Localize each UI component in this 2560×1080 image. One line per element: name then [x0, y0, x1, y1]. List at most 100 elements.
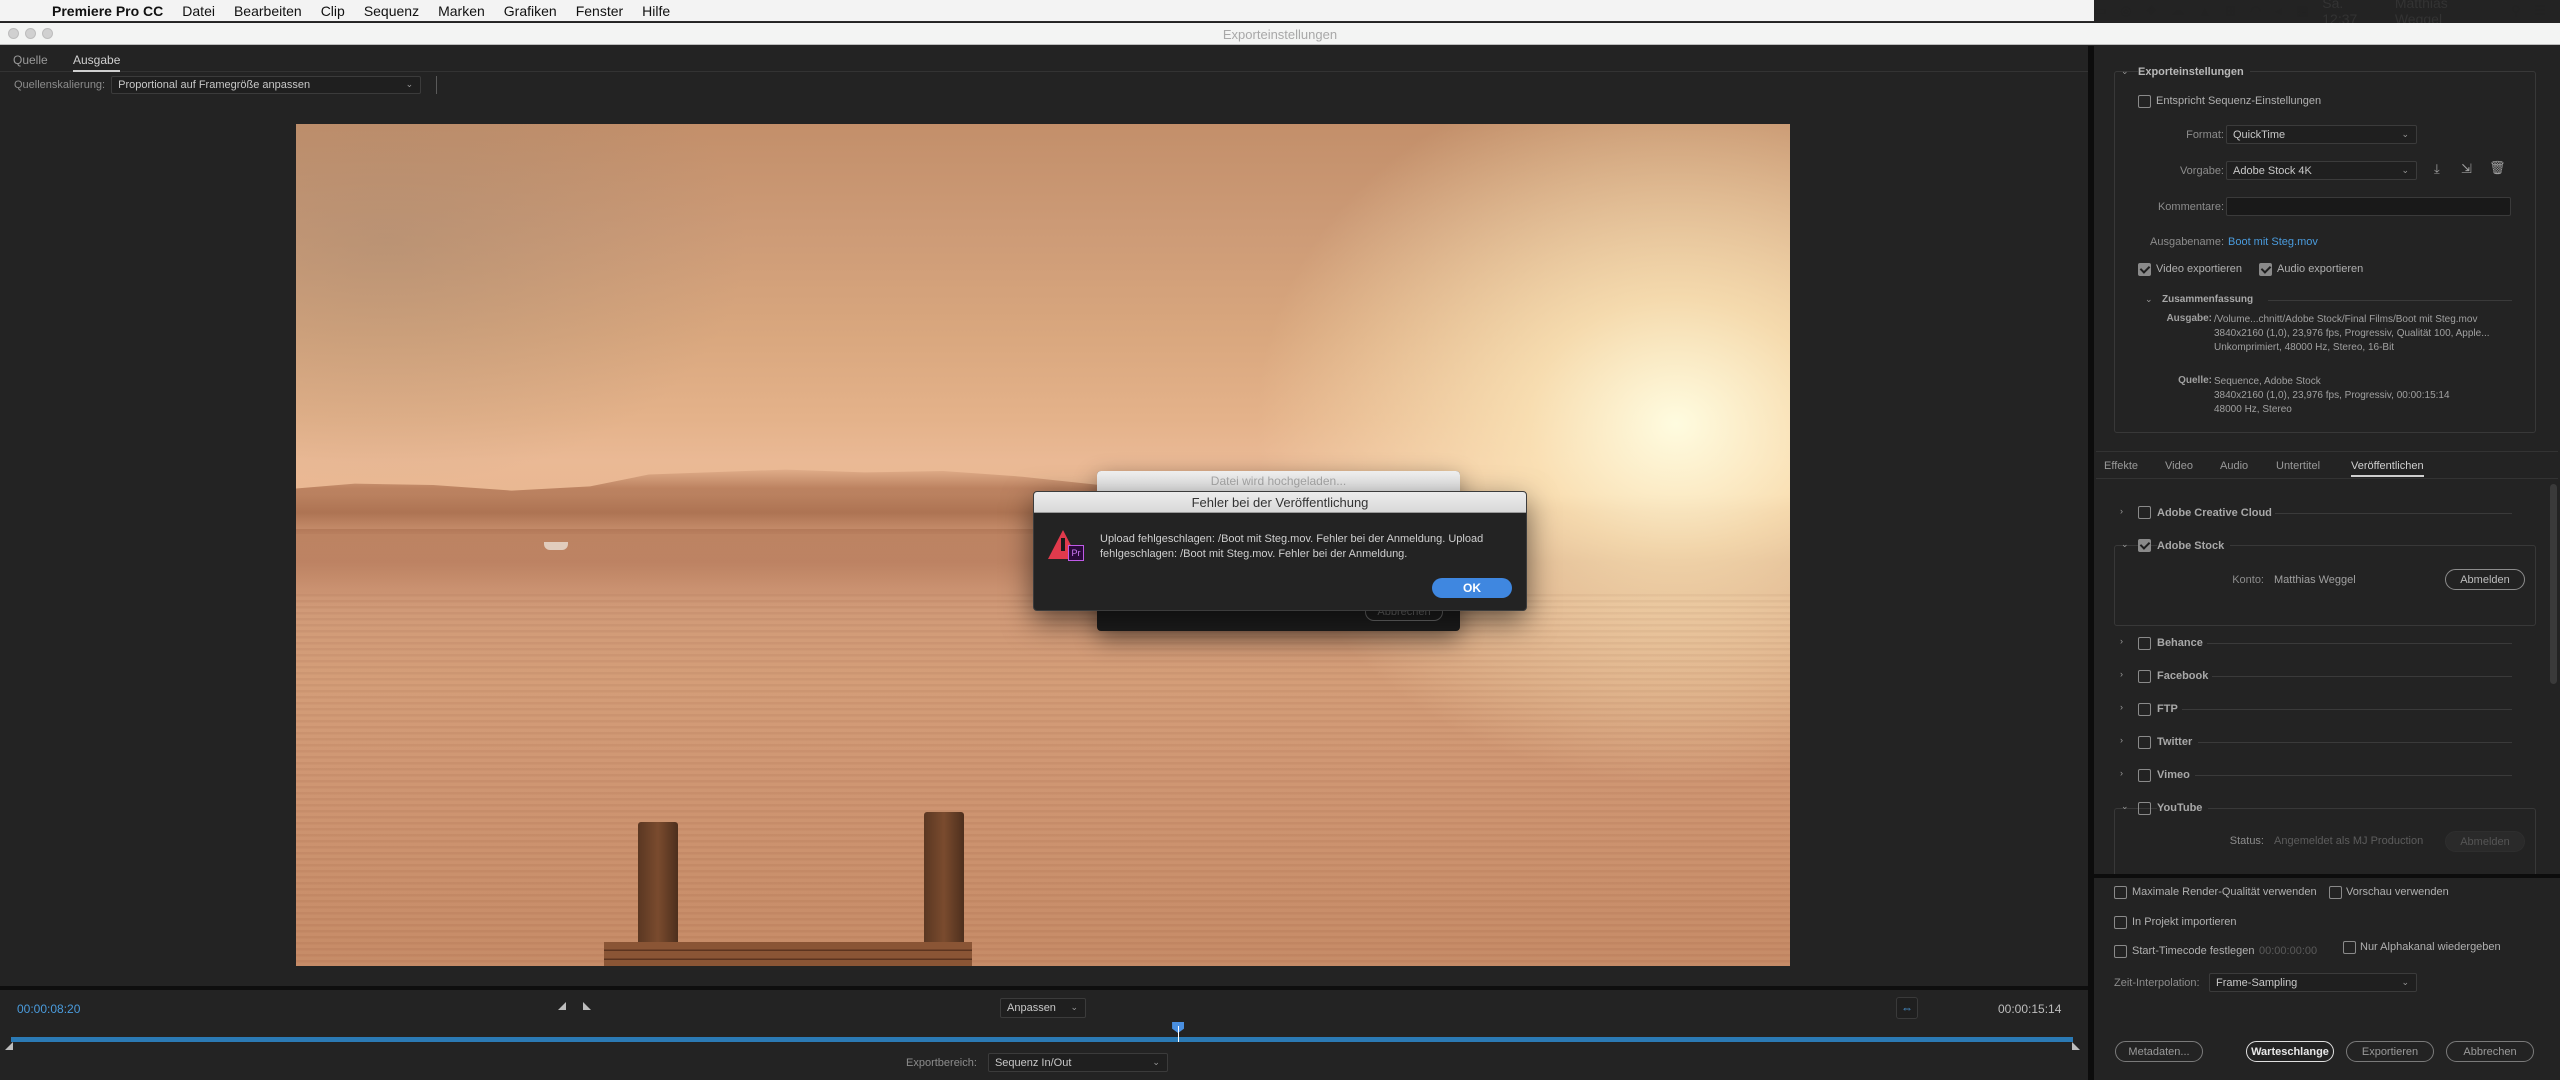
error-dialog-title: Fehler bei der Veröffentlichung: [1034, 492, 1526, 513]
stock-account-label: Konto:: [2232, 574, 2264, 586]
export-range-dropdown[interactable]: Sequenz In/Out ⌄: [987, 1053, 1168, 1072]
menu-datei[interactable]: Datei: [182, 3, 215, 19]
screen-resize-icon[interactable]: ⊞: [2225, 3, 2236, 19]
import-into-project-checkbox[interactable]: [2114, 916, 2127, 929]
chevron-right-icon[interactable]: ›: [2120, 506, 2123, 516]
menu-clip[interactable]: Clip: [321, 3, 345, 19]
set-in-point-button[interactable]: [558, 1002, 566, 1010]
spotlight-search-icon[interactable]: ⚲: [2511, 3, 2521, 19]
publish-facebook-label: Facebook: [2157, 670, 2209, 682]
chevron-down-icon[interactable]: ⌄: [2145, 294, 2153, 305]
comments-input[interactable]: [2226, 197, 2511, 216]
tab-audio[interactable]: Audio: [2220, 460, 2248, 472]
creative-cloud-icon[interactable]: ◎: [2120, 3, 2131, 19]
aspect-correction-icon[interactable]: ⇔: [1896, 997, 1918, 1019]
in-point-handle[interactable]: [5, 1042, 13, 1050]
match-sequence-checkbox[interactable]: [2138, 95, 2151, 108]
menu-bearbeiten[interactable]: Bearbeiten: [234, 3, 302, 19]
cloud-upload-icon[interactable]: ☁: [2171, 3, 2184, 19]
format-label: Format:: [2186, 129, 2224, 141]
calendar-icon[interactable]: ▦: [2296, 3, 2308, 19]
timeline-track[interactable]: [11, 1037, 2073, 1042]
use-previews-checkbox[interactable]: [2329, 886, 2342, 899]
volume-icon[interactable]: ◂: [2275, 3, 2282, 19]
comments-label: Kommentare:: [2157, 201, 2224, 213]
wifi-icon[interactable]: ◠: [2250, 3, 2261, 19]
publish-ftp-checkbox[interactable]: [2138, 703, 2151, 716]
menu-hilfe[interactable]: Hilfe: [642, 3, 670, 19]
chevron-down-icon[interactable]: ⌄: [2121, 539, 2129, 550]
tab-veroeffentlichen[interactable]: Veröffentlichen: [2351, 460, 2424, 477]
queue-button[interactable]: Warteschlange: [2246, 1041, 2334, 1062]
out-point-handle[interactable]: [2072, 1042, 2080, 1050]
notification-center-icon[interactable]: ☰: [2534, 3, 2546, 19]
publish-ftp-label: FTP: [2157, 703, 2178, 715]
max-render-quality-checkbox[interactable]: [2114, 886, 2127, 899]
window-title: Exporteinstellungen: [1222, 27, 1338, 42]
import-preset-icon[interactable]: ⇲: [2461, 161, 2472, 177]
publish-creative-cloud-checkbox[interactable]: [2138, 506, 2151, 519]
chevron-down-icon: ⌄: [2401, 128, 2409, 139]
format-dropdown[interactable]: QuickTime ⌄: [2226, 125, 2417, 144]
time-interpolation-dropdown[interactable]: Frame-Sampling ⌄: [2209, 973, 2417, 992]
output-name-link[interactable]: Boot mit Steg.mov: [2228, 236, 2318, 248]
export-button[interactable]: Exportieren: [2346, 1041, 2434, 1062]
youtube-status-label: Status:: [2229, 835, 2264, 847]
export-audio-label: Audio exportieren: [2277, 263, 2364, 275]
current-timecode[interactable]: 00:00:08:20: [17, 1002, 80, 1016]
set-out-point-button[interactable]: [583, 1002, 591, 1010]
export-video-checkbox[interactable]: [2138, 263, 2151, 276]
chevron-right-icon[interactable]: ›: [2120, 768, 2123, 778]
tab-ausgabe[interactable]: Ausgabe: [73, 53, 121, 72]
metadata-button[interactable]: Metadaten...: [2115, 1041, 2203, 1062]
chevron-down-icon[interactable]: ⌄: [2121, 66, 2129, 77]
premiere-pro-badge-icon: Pr: [1068, 545, 1084, 561]
publish-scrollbar[interactable]: [2550, 484, 2557, 684]
app-menu[interactable]: Premiere Pro CC: [52, 3, 163, 19]
playhead-handle[interactable]: [1172, 1022, 1185, 1042]
menu-fenster[interactable]: Fenster: [576, 3, 623, 19]
preset-label: Vorgabe:: [2179, 165, 2224, 177]
chevron-right-icon[interactable]: ›: [2120, 669, 2123, 679]
use-previews-label: Vorschau verwenden: [2346, 886, 2449, 898]
publish-behance-checkbox[interactable]: [2138, 637, 2151, 650]
chevron-down-icon: ⌄: [2401, 164, 2409, 175]
start-timecode-value[interactable]: 00:00:00:00: [2259, 945, 2317, 957]
publish-youtube-checkbox[interactable]: [2138, 802, 2151, 815]
alpha-only-checkbox[interactable]: [2343, 941, 2356, 954]
ok-button[interactable]: OK: [1432, 578, 1512, 598]
save-preset-icon[interactable]: ⤓: [2434, 161, 2440, 177]
publish-twitter-checkbox[interactable]: [2138, 736, 2151, 749]
start-timecode-checkbox[interactable]: [2114, 945, 2127, 958]
format-value: QuickTime: [2233, 128, 2286, 141]
cancel-button[interactable]: Abbrechen: [2446, 1041, 2534, 1062]
menu-sequenz[interactable]: Sequenz: [364, 3, 419, 19]
chevron-right-icon[interactable]: ›: [2120, 636, 2123, 646]
publish-facebook-checkbox[interactable]: [2138, 670, 2151, 683]
display-icon[interactable]: ▭: [2094, 3, 2106, 19]
preview-boat: [544, 542, 568, 550]
warning-icon: Pr: [1048, 530, 1084, 562]
publish-vimeo-checkbox[interactable]: [2138, 769, 2151, 782]
menu-grafiken[interactable]: Grafiken: [504, 3, 557, 19]
publish-adobe-stock-checkbox[interactable]: [2138, 539, 2151, 552]
chevron-right-icon[interactable]: ›: [2120, 702, 2123, 712]
menu-marken[interactable]: Marken: [438, 3, 485, 19]
dropbox-icon[interactable]: ❖: [2146, 3, 2158, 19]
zoom-fit-dropdown[interactable]: Anpassen ⌄: [1000, 998, 1086, 1018]
start-timecode-label: Start-Timecode festlegen: [2132, 945, 2255, 957]
export-audio-checkbox[interactable]: [2259, 263, 2272, 276]
stock-logout-button[interactable]: Abmelden: [2445, 569, 2525, 590]
source-scaling-dropdown[interactable]: Proportional auf Framegröße anpassen ⌄: [111, 76, 422, 94]
delete-preset-icon[interactable]: 🗑: [2489, 160, 2506, 176]
chevron-down-icon[interactable]: ⌄: [2121, 801, 2129, 812]
publish-adobe-stock-label: Adobe Stock: [2157, 540, 2231, 552]
tab-effekte[interactable]: Effekte: [2104, 460, 2138, 472]
export-range-row: Exportbereich: Sequenz In/Out ⌄: [906, 1053, 1168, 1072]
tab-video[interactable]: Video: [2165, 460, 2193, 472]
chevron-right-icon[interactable]: ›: [2120, 735, 2123, 745]
tab-quelle[interactable]: Quelle: [13, 53, 48, 67]
audio-level-icon[interactable]: ▲: [2198, 4, 2211, 19]
preset-dropdown[interactable]: Adobe Stock 4K ⌄: [2226, 161, 2417, 180]
tab-untertitel[interactable]: Untertitel: [2276, 460, 2320, 472]
